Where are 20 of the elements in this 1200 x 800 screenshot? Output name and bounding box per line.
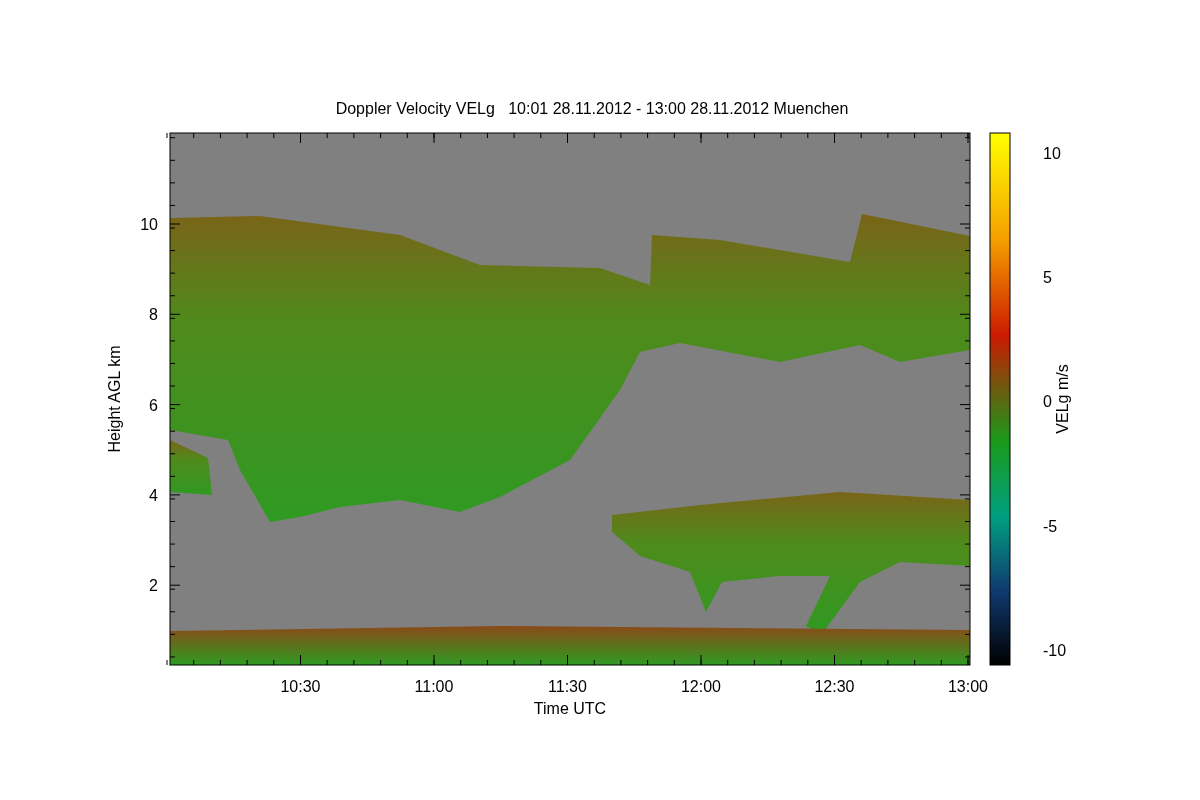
y-tick-label: 6 bbox=[149, 396, 158, 414]
x-tick-label: 10:30 bbox=[280, 678, 321, 695]
x-axis-label: Time UTC bbox=[533, 700, 607, 717]
chart-title: Doppler Velocity VELg 10:01 28.11.2012 - 13:00 28.11.2012 Muenchen bbox=[335, 100, 849, 117]
colorbar-label: VELg m/s bbox=[1054, 364, 1071, 434]
y-tick-label: 8 bbox=[149, 306, 158, 324]
x-tick-label: 13:00 bbox=[948, 678, 988, 695]
x-tick-label: 11:30 bbox=[548, 678, 587, 695]
x-tick-label: 12:30 bbox=[814, 678, 855, 695]
colorbar-tick-label: -10 bbox=[1043, 641, 1067, 659]
x-tick-label: 12:00 bbox=[681, 678, 721, 695]
y-tick-label: 2 bbox=[149, 577, 158, 595]
x-tick-label: 11:00 bbox=[414, 678, 454, 695]
y-tick-label: 10 bbox=[140, 216, 158, 233]
y-tick-label: 4 bbox=[149, 486, 158, 504]
colorbar-tick-label: 0 bbox=[1043, 393, 1052, 411]
y-axis-label: Height AGL km bbox=[106, 345, 123, 453]
colorbar-tick-label: -5 bbox=[1043, 517, 1058, 535]
colorbar-tick-label: 5 bbox=[1043, 269, 1052, 287]
colorbar-tick-label: 10 bbox=[1043, 145, 1061, 162]
